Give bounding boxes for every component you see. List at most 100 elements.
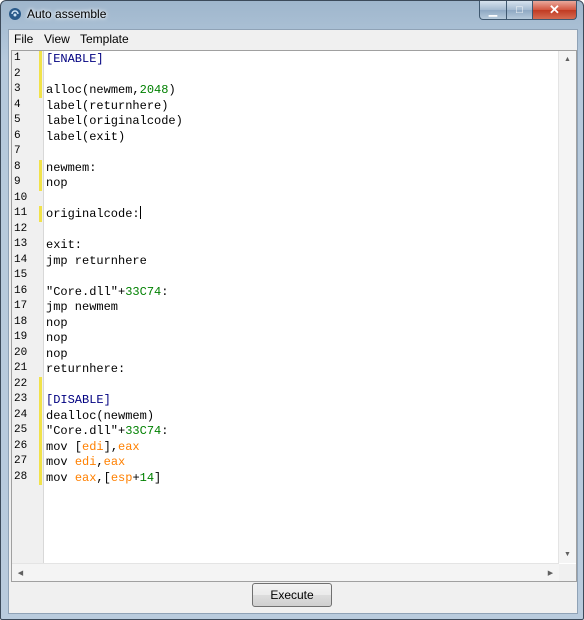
menu-template[interactable]: Template (80, 32, 129, 46)
chevron-right-icon: ▶ (547, 569, 554, 577)
code-line: mov eax,[esp+14] (46, 470, 161, 486)
scroll-right-button[interactable]: ▶ (542, 564, 559, 581)
code-line: [DISABLE] (46, 392, 111, 408)
code-token: 2048 (139, 83, 169, 97)
code-line: exit: (46, 237, 82, 253)
scroll-up-button[interactable]: ▲ (559, 51, 576, 68)
maximize-button[interactable]: □ (507, 1, 533, 20)
code-line: "Core.dll"+33C74: (46, 423, 168, 439)
line-number: 12 (14, 222, 28, 235)
line-number: 11 (14, 207, 28, 219)
modified-line-marker (39, 376, 42, 392)
scroll-down-button[interactable]: ▼ (559, 546, 576, 563)
line-number: 14 (14, 253, 28, 266)
chevron-up-icon: ▲ (564, 56, 571, 63)
code-token: label(originalcode) (46, 114, 183, 128)
code-token: "Core.dll"+ (46, 284, 126, 299)
code-token: returnhere: (46, 362, 126, 376)
line-number: 25 (14, 424, 28, 436)
menu-view[interactable]: View (44, 32, 70, 46)
modified-line-marker (39, 159, 42, 175)
menu-file[interactable]: File (14, 32, 33, 46)
code-token: "Core.dll"+ (46, 424, 126, 438)
code-token: , (96, 455, 104, 469)
menu-bar: File View Template (9, 30, 577, 48)
horizontal-scrollbar[interactable]: ◀ ▶ (12, 563, 559, 581)
code-line: mov edi,eax (46, 454, 125, 470)
modified-line-marker (39, 469, 42, 485)
code-token: newmem: (46, 160, 97, 175)
minimize-icon: ▁ (488, 4, 498, 17)
code-token: nop (46, 331, 68, 345)
code-token: 14 (139, 470, 155, 485)
title-bar[interactable]: Auto assemble ▁ □ ✕ (1, 1, 583, 29)
modified-line-marker (39, 392, 42, 408)
minimize-button[interactable]: ▁ (479, 1, 507, 20)
line-number: 19 (14, 331, 28, 343)
code-token: : (161, 424, 169, 438)
code-line: nop (46, 346, 68, 362)
code-line: nop (46, 175, 68, 191)
line-number: 5 (14, 114, 21, 126)
code-token: nop (46, 176, 68, 190)
code-token: dealloc(newmem) (46, 408, 155, 423)
line-number: 22 (14, 377, 28, 390)
chevron-left-icon: ◀ (17, 569, 24, 577)
code-line: label(exit) (46, 129, 125, 145)
line-number: 15 (14, 269, 28, 281)
code-token: ] (154, 470, 162, 485)
auto-assemble-window: Auto assemble ▁ □ ✕ File View Template 1… (0, 0, 584, 620)
code-token: edi (82, 439, 104, 454)
code-token: eax (74, 470, 97, 485)
code-token: + (132, 470, 140, 485)
modified-line-marker (39, 423, 42, 439)
code-token: originalcode: (46, 207, 140, 221)
code-token: ,[ (96, 470, 111, 485)
line-number: 3 (14, 83, 21, 95)
code-token: eax (118, 439, 140, 454)
line-number: 16 (14, 284, 28, 297)
code-token: label(exit) (46, 129, 126, 144)
code-token: mov (46, 455, 75, 469)
line-number: 21 (14, 362, 28, 374)
code-editor[interactable]: 1 2 3 4 5 6 7 8 9 10 11 12 13 14 15 16 17 18 19 20 21 22 23 24 2… (11, 50, 577, 582)
code-token: edi (74, 455, 97, 469)
line-number: 13 (14, 238, 28, 250)
code-token: : (161, 284, 169, 299)
code-token: ) (168, 83, 176, 97)
close-button[interactable]: ✕ (533, 1, 577, 20)
code-line: returnhere: (46, 361, 125, 377)
line-number: 4 (14, 98, 21, 111)
execute-button[interactable]: Execute (252, 583, 332, 607)
button-panel: Execute (9, 583, 577, 613)
window-controls: ▁ □ ✕ (479, 1, 577, 20)
chevron-down-icon: ▼ (564, 551, 571, 558)
code-token: jmp newmem (46, 300, 119, 314)
scroll-left-button[interactable]: ◀ (12, 564, 29, 581)
line-number: 7 (14, 145, 21, 157)
line-number: 9 (14, 176, 21, 188)
vertical-scrollbar[interactable]: ▲ ▼ (558, 51, 576, 563)
code-line: newmem: (46, 160, 96, 176)
code-token: (newmem, (82, 83, 140, 97)
modified-line-marker (39, 407, 42, 423)
modified-line-marker (39, 66, 42, 82)
code-line: jmp newmem (46, 299, 118, 315)
line-number: 28 (14, 470, 28, 483)
code-line: label(returnhere) (46, 98, 168, 114)
modified-line-marker (39, 82, 42, 98)
cheat-engine-icon (9, 8, 21, 20)
line-number: 8 (14, 160, 21, 173)
code-line: originalcode: (46, 206, 141, 222)
modified-line-marker (39, 51, 42, 67)
code-token: exit: (46, 238, 83, 252)
code-token: nop (46, 346, 68, 361)
code-token: mov [ (46, 439, 83, 454)
line-number: 6 (14, 129, 21, 142)
maximize-icon: □ (516, 4, 523, 16)
line-number: 26 (14, 439, 28, 452)
code-line: alloc(newmem,2048) (46, 82, 176, 98)
code-line: dealloc(newmem) (46, 408, 154, 424)
window-title: Auto assemble (27, 7, 107, 21)
client-area: File View Template 1 2 3 4 5 6 7 8 9 10 11 12 13 14 15… (8, 29, 578, 614)
